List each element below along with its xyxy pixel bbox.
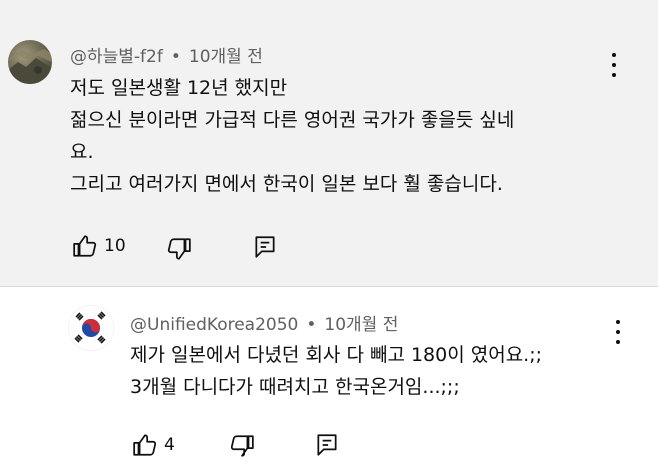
author-name[interactable]: @하늘별-f2f [70,47,163,67]
avatar-landscape-icon [8,49,52,84]
thumbs-up-icon [73,235,97,257]
comment-meta: @하늘별-f2f • 10개월 전 [70,42,263,67]
reply-icon [255,236,275,258]
timestamp[interactable]: 10개월 전 [324,315,398,335]
taegukgi-flag-icon [68,305,114,351]
like-button[interactable]: 4 [132,432,175,458]
comment-meta: @UnifiedKorea2050 • 10개월 전 [130,310,398,335]
comment-line: 3개월 다니다가 때려치고 한국온거임...;;; [130,376,460,398]
comment-text: 저도 일본생활 12년 했지만 젊으신 분이라면 가급적 다른 영어권 국가가 … [70,72,514,200]
comment-1: @하늘별-f2f • 10개월 전 저도 일본생활 12년 했지만 젊으신 분이라면… [0,0,658,287]
like-button[interactable]: 10 [72,233,126,259]
meta-separator: • [170,47,181,67]
reply-button[interactable] [252,234,278,260]
comment-line: 제가 일본에서 다녔던 회사 다 빼고 180이 였어요.;; [130,344,543,366]
avatar[interactable] [68,305,114,351]
comment-line: 요. [70,141,94,163]
avatar[interactable] [8,40,52,84]
author-name[interactable]: @UnifiedKorea2050 [130,315,298,335]
comment-text: 제가 일본에서 다녔던 회사 다 빼고 180이 였어요.;; 3개월 다니다가… [130,339,542,403]
meta-separator: • [306,315,317,335]
like-count: 4 [164,435,175,455]
dislike-button[interactable] [229,433,255,459]
comment-line: 저도 일본생활 12년 했지만 [70,77,288,99]
comment-2: @UnifiedKorea2050 • 10개월 전 제가 일본에서 다녔던 회사 … [0,287,658,472]
reply-icon [317,434,337,456]
comment-line: 그리고 여러가지 면에서 한국이 일본 보다 훨 좋습니다. [70,173,503,195]
comment-line: 젊으신 분이라면 가급적 다른 영어권 국가가 좋을듯 싶네 [70,109,515,131]
more-vert-icon[interactable] [604,50,624,80]
more-vert-icon[interactable] [608,317,628,347]
like-count: 10 [104,236,126,256]
timestamp[interactable]: 10개월 전 [189,47,263,67]
thumbs-down-icon [230,435,254,457]
dislike-button[interactable] [166,236,192,262]
reply-button[interactable] [314,432,340,458]
thumbs-down-icon [167,238,191,260]
thumbs-up-icon [133,434,157,456]
